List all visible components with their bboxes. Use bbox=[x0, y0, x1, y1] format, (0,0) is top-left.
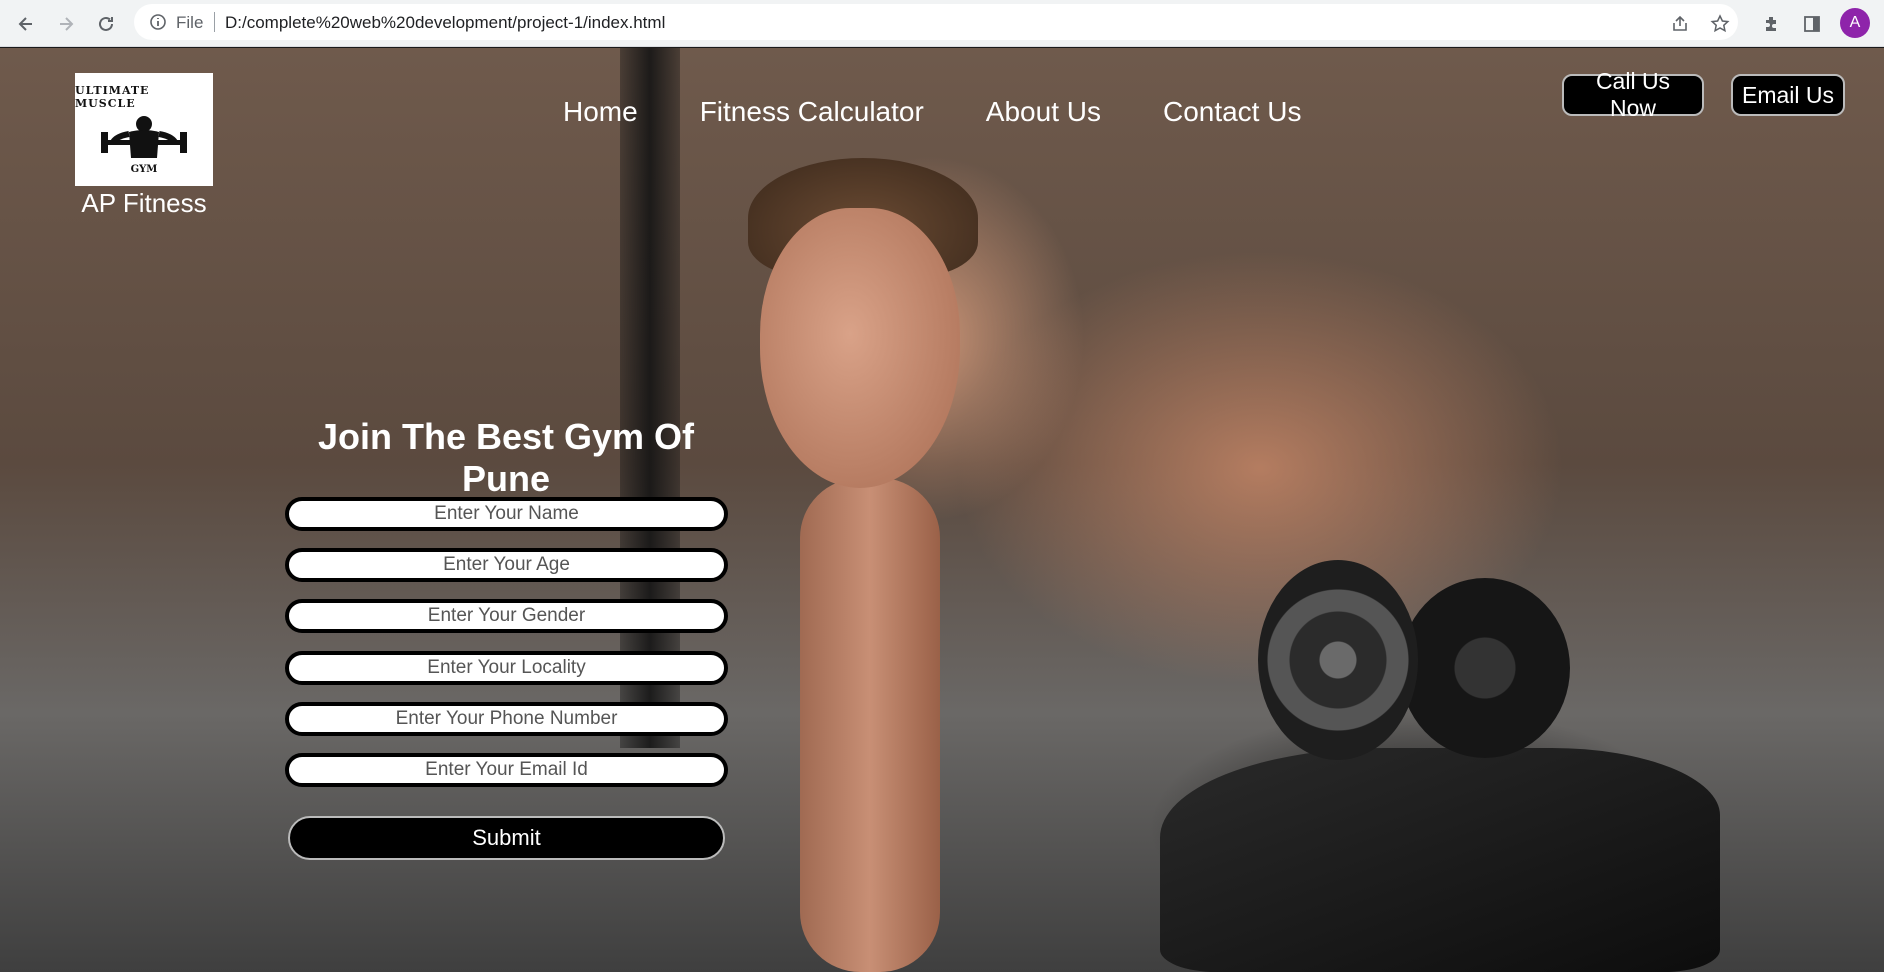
profile-avatar[interactable]: A bbox=[1840, 8, 1870, 38]
logo-text-bottom: GYM bbox=[130, 164, 158, 175]
hero-athlete-shorts bbox=[1160, 748, 1720, 972]
reload-icon[interactable] bbox=[90, 8, 122, 40]
nav-about-us[interactable]: About Us bbox=[986, 96, 1101, 128]
side-panel-icon[interactable] bbox=[1796, 8, 1828, 40]
hero-athlete-head bbox=[760, 208, 960, 488]
form-title: Join The Best Gym Of Pune bbox=[317, 416, 695, 499]
dumbbell-back-plate bbox=[1400, 578, 1570, 758]
hero-athlete-arm bbox=[800, 478, 940, 972]
dumbbell-icon bbox=[1258, 560, 1418, 760]
nav-home[interactable]: Home bbox=[563, 96, 638, 128]
hero-section: ULTIMATE MUSCLE GYM AP Fitness Home Fitn… bbox=[0, 48, 1884, 972]
call-us-button[interactable]: Call Us Now bbox=[1562, 68, 1704, 121]
bookmark-star-icon[interactable] bbox=[1704, 8, 1736, 40]
age-input[interactable] bbox=[285, 548, 728, 582]
address-divider bbox=[214, 12, 215, 32]
gender-input[interactable] bbox=[285, 599, 728, 633]
forward-icon[interactable] bbox=[50, 8, 82, 40]
address-bar[interactable]: File D:/complete%20web%20development/pro… bbox=[134, 4, 1738, 40]
phone-input[interactable] bbox=[285, 702, 728, 736]
file-label: File bbox=[176, 13, 204, 32]
main-nav: Home Fitness Calculator About Us Contact… bbox=[563, 96, 1363, 128]
name-input[interactable] bbox=[285, 497, 728, 531]
brand-name: AP Fitness bbox=[81, 188, 207, 218]
share-icon[interactable] bbox=[1664, 8, 1696, 40]
browser-toolbar: File D:/complete%20web%20development/pro… bbox=[0, 0, 1884, 47]
nav-contact-us[interactable]: Contact Us bbox=[1163, 96, 1302, 128]
logo-text-top: ULTIMATE MUSCLE bbox=[75, 84, 150, 110]
nav-fitness-calculator[interactable]: Fitness Calculator bbox=[700, 96, 924, 128]
submit-button[interactable]: Submit bbox=[288, 816, 725, 860]
email-us-button[interactable]: Email Us bbox=[1731, 74, 1845, 116]
locality-input[interactable] bbox=[285, 651, 728, 685]
email-input[interactable] bbox=[285, 753, 728, 787]
bodybuilder-icon bbox=[101, 116, 187, 158]
url-text[interactable]: D:/complete%20web%20development/project-… bbox=[225, 13, 665, 33]
background-pillar bbox=[620, 48, 680, 748]
site-info-icon[interactable] bbox=[148, 12, 168, 32]
gym-logo[interactable]: ULTIMATE MUSCLE GYM bbox=[75, 73, 213, 186]
extensions-icon[interactable] bbox=[1756, 8, 1788, 40]
back-icon[interactable] bbox=[10, 8, 42, 40]
